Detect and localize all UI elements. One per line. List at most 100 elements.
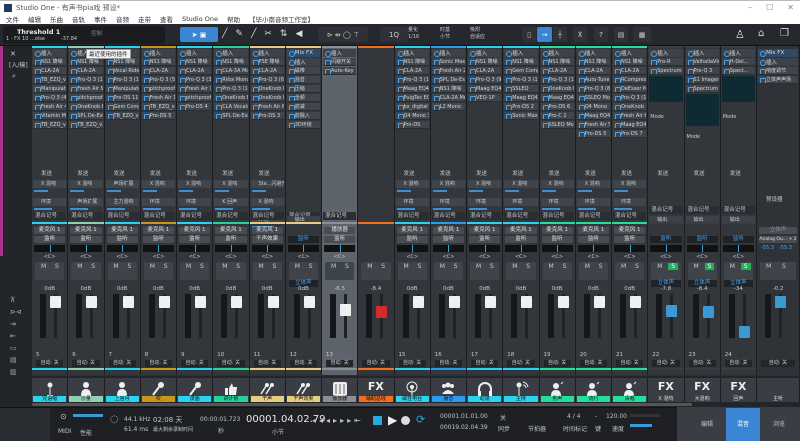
fader-handle[interactable]	[666, 305, 678, 318]
send-slot[interactable]: X 混响	[576, 180, 610, 188]
fader-handle[interactable]	[775, 296, 786, 308]
channel-label[interactable]: 干声效果	[286, 396, 320, 402]
insert-slot[interactable]: Fresh Air 6	[613, 112, 647, 120]
insert-slot[interactable]: Maag EQ4	[504, 94, 538, 102]
solo-button[interactable]: S	[309, 263, 313, 270]
quantize-button[interactable]: 1Q	[380, 27, 408, 42]
solo-button[interactable]: S	[164, 263, 168, 270]
send-header[interactable]: 发送	[106, 170, 139, 178]
insert-slot[interactable]: Pro-DS 11	[105, 94, 139, 102]
pan-knob[interactable]	[179, 245, 211, 252]
channel-label[interactable]: 播放器	[323, 396, 357, 402]
send-slot[interactable]: X 混响	[504, 180, 538, 188]
monitor-select[interactable]: 监听	[505, 236, 537, 243]
send-header[interactable]: 发送	[504, 170, 537, 178]
insert-header[interactable]: 插入	[721, 49, 755, 57]
insert-slot[interactable]: Pro-Q 3 (15)	[69, 76, 103, 84]
fader-handle[interactable]	[738, 326, 750, 338]
send-level[interactable]	[179, 208, 197, 210]
send-slot[interactable]: X 混响	[395, 180, 429, 188]
fader-handle[interactable]	[412, 296, 424, 308]
mute-button[interactable]: M	[730, 263, 735, 270]
insert-slot[interactable]: OneKnob Brit...	[250, 94, 284, 102]
close-icon[interactable]: ✕	[10, 50, 16, 58]
channel-label[interactable]: 漫画	[178, 396, 212, 402]
insert-slot[interactable]: NS1 降噪	[33, 58, 67, 66]
channel-icon-tile[interactable]: FX 回声	[720, 378, 757, 402]
mix-tag[interactable]: 混合记号	[576, 212, 610, 220]
seconds-display[interactable]: 00:00:01.723	[200, 416, 240, 423]
mix-fx-header[interactable]: Mix FX	[286, 49, 320, 57]
insert-slot[interactable]: bx_digital V3	[395, 103, 429, 111]
sync-value[interactable]: 关	[500, 413, 506, 422]
insert-slot[interactable]: CLA-2A Mono	[431, 94, 465, 102]
channel-icon-tile[interactable]: 清唱	[612, 378, 649, 402]
insert-header[interactable]: 插入	[141, 49, 175, 57]
automation-mode[interactable]: 自动: 关	[434, 360, 462, 367]
insert-slot[interactable]: TB_EZQ_v3_...	[33, 121, 67, 129]
channel-icon-tile[interactable]: 播音	[430, 378, 467, 402]
send-header[interactable]: 发送	[722, 170, 755, 178]
loop-left[interactable]: 00001.01.01.00	[440, 413, 488, 420]
insert-slot[interactable]: CLA-2A	[395, 67, 429, 75]
pan-knob[interactable]	[287, 245, 319, 252]
fader-value[interactable]: -0.2	[757, 286, 799, 292]
solo-button[interactable]: S	[128, 263, 132, 270]
mute-button[interactable]: M	[41, 263, 46, 270]
insert-slot[interactable]: Auto-Tune Pr...	[576, 76, 610, 84]
pan-knob[interactable]	[722, 245, 754, 252]
dock-icon[interactable]: ❐	[780, 28, 789, 39]
insert-slot[interactable]: S1 Imager	[685, 76, 719, 84]
insert-slot[interactable]: NS1 降噪	[395, 58, 429, 66]
monitor-select[interactable]: 监听	[686, 236, 718, 243]
insert-slot[interactable]: SPL De-Esser	[431, 76, 465, 84]
insert-slot[interactable]: 混音	[286, 76, 320, 84]
fader-value[interactable]: 0dB	[540, 286, 575, 292]
insert-slot[interactable]: OneKnob Ph...	[540, 85, 574, 93]
send-header[interactable]: 发送	[33, 170, 66, 178]
send-slot[interactable]: 环境	[431, 198, 465, 206]
pan-value[interactable]: <C>	[648, 254, 683, 260]
insert-slot[interactable]: Pro-Q 3 (5)	[141, 76, 175, 84]
channel-label[interactable]: 大混响	[685, 396, 719, 402]
send-header[interactable]: 发送	[649, 170, 682, 178]
insert-slot[interactable]: CLA-2A	[69, 67, 103, 75]
insert-slot[interactable]: SSLEQ Mono	[540, 121, 574, 129]
menu-item[interactable]: 走带	[138, 14, 151, 24]
track-value[interactable]: -37.84	[61, 36, 77, 42]
menu-item[interactable]: 事件	[94, 14, 107, 24]
send-level[interactable]	[614, 190, 628, 192]
insert-slot[interactable]: Manipulator	[33, 85, 67, 93]
pan-value[interactable]: <C>	[213, 254, 248, 260]
insert-slot[interactable]: Fresh Air 14	[178, 85, 212, 93]
automation-mode[interactable]: 自动: 关	[616, 360, 644, 367]
menu-item[interactable]: Studio One	[182, 15, 218, 23]
insert-slot[interactable]: Auto-Key	[323, 67, 357, 75]
insert-slot[interactable]: pitchproof-5	[178, 94, 212, 102]
mix-tag[interactable]: 混合记号	[395, 212, 429, 220]
key-value[interactable]: -	[595, 413, 597, 420]
insert-header[interactable]: 插入	[33, 49, 67, 57]
insert-slot[interactable]: CLA Vocals	[214, 103, 248, 111]
send-level[interactable]	[70, 190, 85, 192]
insert-slot[interactable]: NS1 降噪	[613, 58, 647, 66]
split-button[interactable]: ┼	[553, 27, 567, 42]
insert-header[interactable]: 插入	[576, 49, 610, 57]
insert-slot[interactable]: Fresh Air 15	[141, 94, 175, 102]
fader-handle[interactable]	[122, 296, 134, 308]
follow-button[interactable]: →	[537, 27, 552, 42]
automation-mode[interactable]: 自动: 关	[543, 360, 571, 367]
insert-slot[interactable]: CLA-2A	[468, 67, 502, 75]
automation-mode[interactable]: 自动: 关	[652, 360, 680, 367]
send-slot[interactable]: Ste...闪避开关	[250, 180, 284, 188]
automation-mode[interactable]: 自动: 关	[688, 360, 716, 367]
pan-value[interactable]: <C>	[576, 254, 611, 260]
insert-slot[interactable]: Fresh Air 2	[431, 67, 465, 75]
mute-button[interactable]: M	[766, 263, 771, 270]
insert-slot[interactable]: TB_EZQ_v3_...	[33, 76, 67, 84]
send-slot[interactable]: 环境	[141, 198, 175, 206]
send-slot[interactable]: X 混响	[613, 180, 647, 188]
send-level[interactable]	[106, 208, 125, 210]
loop-right[interactable]: 00019.02.04.39	[440, 424, 488, 431]
menu-item[interactable]: 帮助	[227, 14, 240, 24]
